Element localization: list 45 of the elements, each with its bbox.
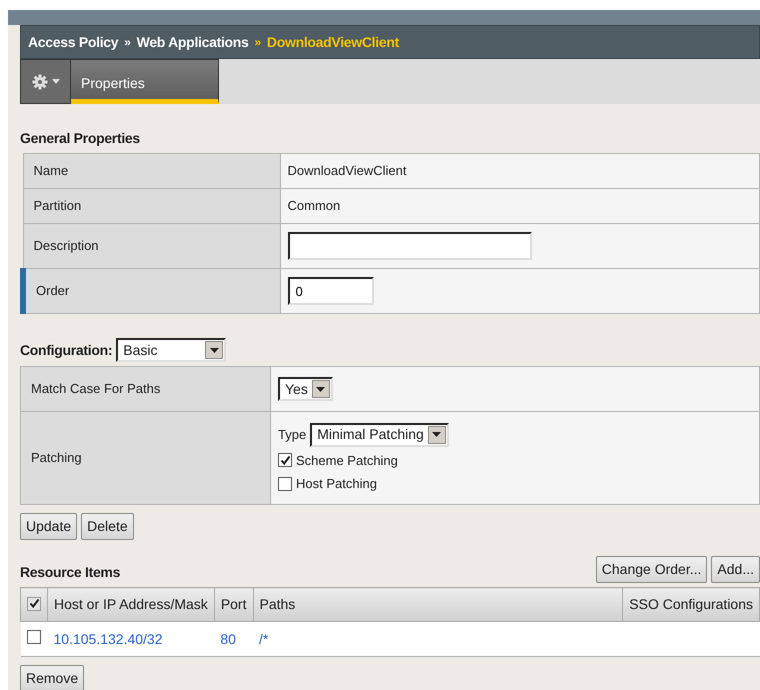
form-button[interactable]: Delete — [81, 513, 134, 540]
dropdown[interactable]: Minimal Patching — [310, 422, 449, 446]
dropdown[interactable]: Basic — [116, 338, 226, 362]
caret-icon — [432, 432, 442, 437]
field-label: Match Case For Paths — [20, 366, 270, 412]
gear-icon — [32, 74, 48, 90]
field-label: Patching — [20, 412, 270, 504]
toolbar-button[interactable]: Add... — [711, 556, 760, 583]
column-header: SSO Configurations — [622, 588, 760, 622]
checkbox-label: Host Patching — [296, 475, 377, 493]
field-label: Order — [23, 268, 280, 314]
gear-menu-button[interactable] — [20, 59, 71, 104]
column-header: Paths — [253, 588, 623, 622]
table-link[interactable]: /* — [259, 630, 268, 646]
section-title: Resource Items — [20, 563, 122, 582]
form-button[interactable]: Remove — [20, 665, 84, 690]
breadcrumb-separator: » — [254, 34, 261, 51]
dropdown[interactable]: Yes — [278, 377, 333, 401]
field-value: DownloadViewClient — [280, 154, 760, 188]
input-field[interactable] — [288, 232, 532, 260]
caret-icon — [52, 79, 60, 84]
field-label: Description — [23, 224, 280, 268]
table-link[interactable]: 80 — [220, 630, 236, 646]
form-button[interactable]: Update — [20, 513, 78, 540]
caret-icon — [316, 386, 326, 392]
field-label: Type — [278, 426, 306, 444]
section-title: General Properties — [20, 129, 141, 148]
field-label: Configuration: — [20, 340, 112, 360]
checkbox[interactable] — [278, 476, 292, 491]
field-label: Partition — [23, 188, 280, 224]
column-header: Host or IP Address/Mask — [48, 588, 214, 622]
column-header: Port — [214, 588, 253, 622]
checkbox[interactable] — [26, 630, 40, 644]
breadcrumb-link[interactable]: Access Policy — [28, 32, 118, 52]
breadcrumb-link[interactable]: Web Applications — [136, 32, 249, 52]
breadcrumb-separator: » — [124, 34, 131, 51]
field-value: Common — [280, 188, 760, 224]
field-label: Name — [23, 154, 280, 188]
caret-icon — [210, 348, 219, 352]
input-field[interactable]: 0 — [288, 277, 374, 305]
checkbox[interactable] — [27, 596, 41, 610]
checkbox-label: Scheme Patching — [296, 452, 398, 470]
tab[interactable]: Properties — [71, 59, 219, 104]
checkbox[interactable] — [278, 453, 292, 468]
toolbar-button[interactable]: Change Order... — [596, 556, 708, 583]
